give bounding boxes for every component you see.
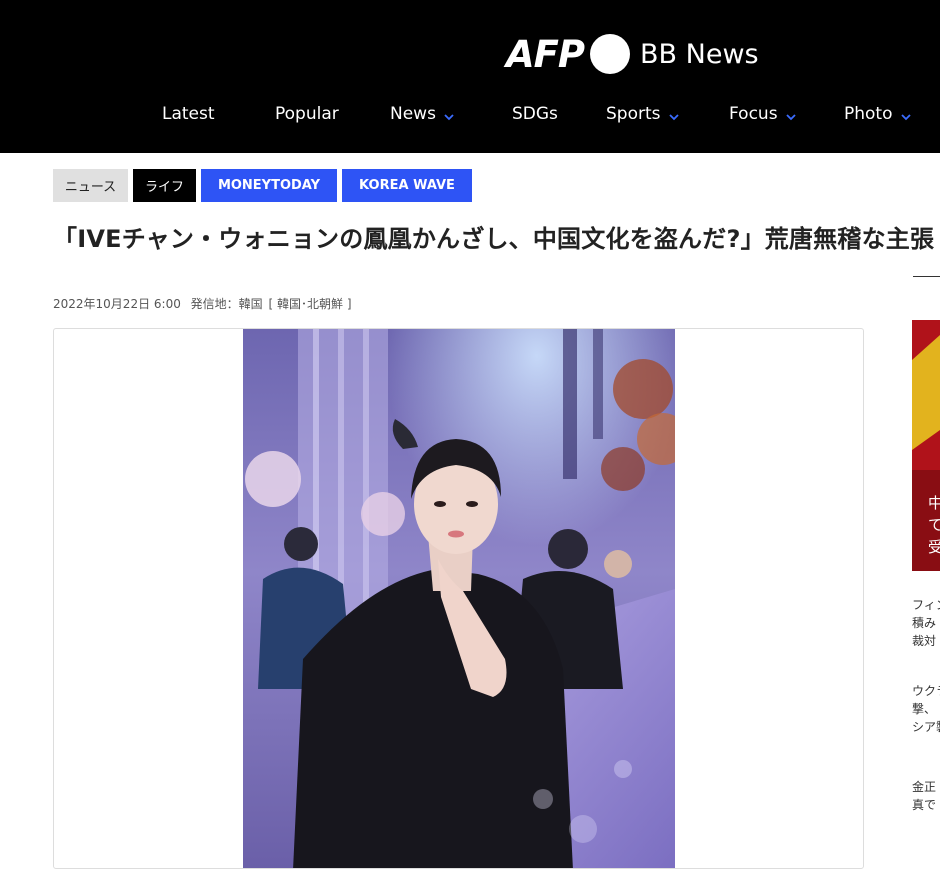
tag-moneytoday[interactable]: MONEYTODAY [201,169,337,202]
sidebar-divider [913,276,940,277]
nav-label: SDGs [512,104,558,124]
main-nav: Latest Popular News SDGs Sports Focus Ph… [0,104,940,132]
chevron-down-icon [444,114,454,121]
article-date: 2022年10月22日 6:00 [53,297,181,311]
tag-korea-wave[interactable]: KOREA WAVE [342,169,472,202]
site-header: AFP BB News Latest Popular News SDGs Spo… [0,0,940,153]
nav-photo[interactable]: Photo [844,104,912,124]
nav-label: News [390,104,436,124]
article-photo-frame [53,328,864,869]
sidebar-story-link[interactable]: フィン 積み 裁対 [912,596,940,650]
article-photo-image [243,329,675,868]
sidebar-story-link[interactable]: 金正 真で [912,778,936,814]
sidebar-featured-photo[interactable]: 中 て 受 [912,320,940,571]
nav-sports[interactable]: Sports [606,104,680,124]
sidebar-story-link[interactable]: ウクラ 撃、 シア製 [912,682,940,736]
nav-news[interactable]: News [390,104,455,124]
article-meta: 2022年10月22日 6:00 発信地：韓国 [ 韓国･北朝鮮 ] [53,295,352,312]
sidebar-story-line: 真で [912,798,937,812]
sidebar-story-line: 積み [912,616,937,630]
logo-circle-icon [590,34,631,74]
chevron-down-icon [900,114,911,121]
logo-bbnews-text: BB News [640,38,759,70]
nav-sdgs[interactable]: SDGs [512,104,558,124]
sidebar-story-line: 撃、 [912,702,937,716]
article-region-link[interactable]: [ 韓国･北朝鮮 ] [269,297,352,311]
chevron-down-icon [785,114,796,121]
nav-latest[interactable]: Latest [162,104,215,124]
tag-news[interactable]: ニュース [53,169,128,202]
nav-label: Photo [844,104,893,124]
sidebar-photo-caption-line: 受 [928,538,940,556]
sidebar-story-line: シア製 [912,720,940,734]
sidebar-story-line: 裁対 [912,634,937,648]
article-photo[interactable] [243,329,675,868]
sidebar-story-line: ウクラ [912,684,940,698]
chevron-down-icon [668,114,679,121]
nav-label: Latest [162,104,215,124]
sidebar-photo-caption-line: 中 [928,494,940,512]
sidebar-photo-caption-line: て [928,516,940,534]
sidebar-story-line: 金正 [912,780,937,794]
nav-focus[interactable]: Focus [729,104,797,124]
article-title: 「IVEチャン・ウォニョンの鳳凰かんざし、中国文化を盗んだ?」荒唐無稽な主張 [53,225,935,253]
tag-life[interactable]: ライフ [133,169,196,202]
afp-bbnews-logo[interactable]: AFP BB News [506,32,759,76]
sidebar-story-line: フィン [912,598,940,612]
article-location: 発信地：韓国 [190,297,263,311]
nav-label: Popular [275,104,339,124]
nav-label: Focus [729,104,778,124]
logo-afp-text: AFP [506,32,585,76]
nav-label: Sports [606,104,661,124]
nav-popular[interactable]: Popular [275,104,339,124]
